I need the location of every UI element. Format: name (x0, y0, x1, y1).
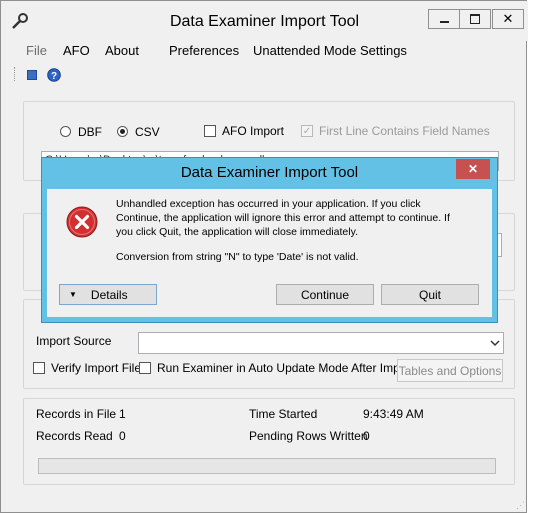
continue-button[interactable]: Continue (276, 284, 374, 305)
details-button[interactable]: ▼ Details (59, 284, 157, 305)
error-icon (66, 206, 98, 238)
title-bar: Data Examiner Import Tool ✕ (1, 1, 528, 41)
first-line-label: First Line Contains Field Names (319, 124, 490, 138)
progress-bar (38, 458, 496, 474)
minimize-button[interactable] (428, 9, 460, 29)
dialog-body: Unhandled exception has occurred in your… (47, 189, 492, 317)
menu-unattended-mode-settings[interactable]: Unattended Mode Settings (253, 43, 407, 58)
toolbar-square-icon[interactable] (27, 70, 37, 80)
maximize-button[interactable] (459, 9, 491, 29)
records-in-file-label: Records in File (36, 407, 117, 421)
dialog-message: Unhandled exception has occurred in your… (116, 197, 450, 264)
auto-update-label: Run Examiner in Auto Update Mode After I… (157, 361, 414, 375)
minimize-icon (439, 21, 449, 23)
dialog-close-button[interactable]: ✕ (456, 159, 490, 179)
records-read-value: 0 (119, 429, 126, 443)
dialog-title: Data Examiner Import Tool (180, 164, 359, 181)
csv-label: CSV (135, 125, 160, 139)
chevron-down-icon: ▼ (69, 290, 77, 299)
menu-about[interactable]: About (105, 43, 139, 58)
svg-text:?: ? (51, 71, 57, 82)
records-in-file-value: 1 (119, 407, 126, 421)
menu-preferences[interactable]: Preferences (169, 43, 239, 58)
pending-rows-value: 0 (363, 429, 370, 443)
dialog-error-detail: Conversion from string "N" to type 'Date… (116, 251, 359, 263)
verify-import-label: Verify Import File (51, 361, 142, 375)
import-source-label: Import Source (36, 334, 112, 348)
time-started-label: Time Started (249, 407, 318, 421)
pending-rows-label: Pending Rows Written (249, 429, 368, 443)
dialog-message-line-2: Continue, the application will ignore th… (116, 212, 450, 224)
afo-import-checkbox[interactable] (204, 125, 216, 137)
details-button-label: Details (90, 287, 128, 302)
help-icon[interactable]: ? (47, 68, 61, 82)
resize-grip[interactable]: ⋰ (513, 499, 525, 511)
dialog-message-line-3: you click Quit, the application will clo… (116, 226, 358, 238)
afo-import-label: AFO Import (222, 124, 285, 138)
chevron-down-icon (490, 340, 500, 347)
close-icon: ✕ (467, 162, 479, 176)
toolbar-grip (14, 67, 18, 81)
tables-and-options-button[interactable]: Tables and Options (397, 359, 503, 382)
csv-radio[interactable] (117, 126, 128, 137)
menu-afo[interactable]: AFO (63, 43, 90, 58)
maximize-icon (470, 14, 480, 24)
menu-file[interactable]: File (26, 43, 47, 58)
exception-dialog: Data Examiner Import Tool ✕ Unhandled ex… (41, 157, 498, 323)
dbf-radio[interactable] (60, 126, 71, 137)
first-line-checkbox[interactable]: ✓ (301, 125, 313, 137)
close-button[interactable]: ✕ (492, 9, 524, 29)
time-started-value: 9:43:49 AM (363, 407, 424, 421)
records-read-label: Records Read (36, 429, 113, 443)
verify-import-checkbox[interactable] (33, 362, 45, 374)
auto-update-checkbox[interactable] (139, 362, 151, 374)
import-source-select[interactable] (138, 332, 504, 354)
close-icon: ✕ (502, 11, 514, 26)
dbf-label: DBF (78, 125, 102, 139)
quit-button[interactable]: Quit (381, 284, 479, 305)
dialog-message-line-1: Unhandled exception has occurred in your… (116, 198, 421, 210)
